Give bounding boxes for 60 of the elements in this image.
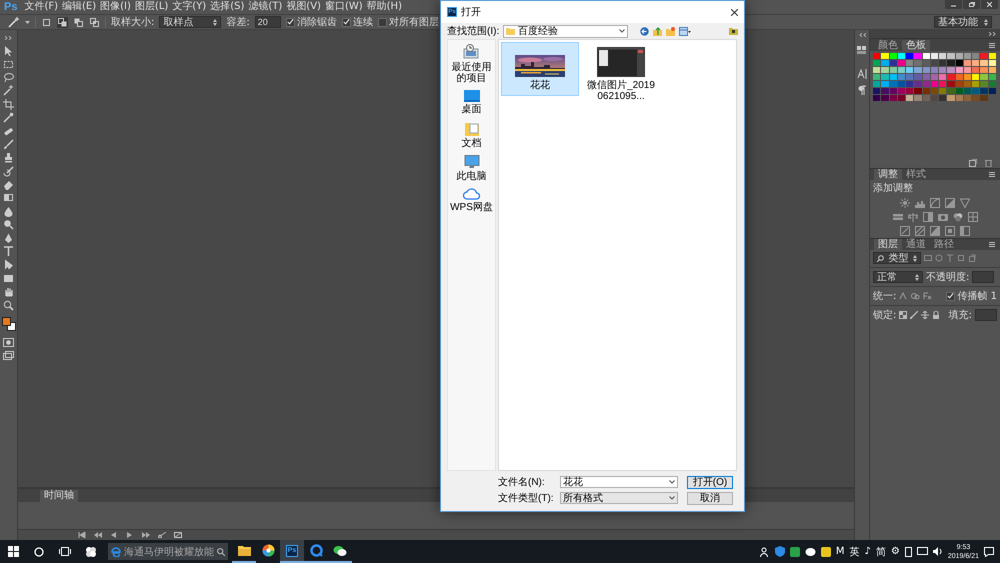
field-label: 文件名(N): bbox=[498, 476, 546, 489]
menu-item[interactable]: 视图(V) bbox=[284, 0, 323, 14]
menu-item[interactable]: 窗口(W) bbox=[322, 0, 365, 14]
open-button[interactable]: 打开(O) bbox=[687, 476, 733, 488]
menu-item[interactable]: 图层(L) bbox=[132, 0, 170, 14]
filter-select[interactable]: 类型 bbox=[873, 252, 921, 264]
checkbox-label: 消除锯齿 bbox=[296, 16, 337, 29]
file-item[interactable]: 微信图片_20190621095... bbox=[582, 42, 660, 107]
menu-item[interactable]: 滤镜(T) bbox=[246, 0, 284, 14]
tray-item[interactable]: M bbox=[836, 546, 844, 557]
menu-item[interactable]: 文字(Y) bbox=[170, 0, 208, 14]
place-link[interactable]: WPS网盘 bbox=[450, 202, 493, 213]
blend-mode-select[interactable]: 正常 bbox=[873, 271, 923, 283]
app-logo: Ps bbox=[3, 1, 18, 13]
field-label: 填充: bbox=[948, 308, 972, 322]
field-label: 查找范围(I): bbox=[447, 24, 500, 38]
panel-tab[interactable]: 通道 bbox=[902, 239, 930, 250]
file-type-select[interactable]: 所有格式 bbox=[560, 492, 678, 504]
panel-tab[interactable]: 颜色 bbox=[874, 40, 902, 51]
menu-item[interactable]: 帮助(H) bbox=[364, 0, 404, 14]
menu-item[interactable]: 选择(S) bbox=[208, 0, 246, 14]
field-label: 取样大小: bbox=[111, 16, 154, 29]
dialog-title: 打开 bbox=[461, 6, 481, 19]
checkbox-label: 传播帧 bbox=[958, 290, 988, 303]
frame-number: 1 bbox=[990, 290, 997, 302]
menu-item[interactable]: 图像(I) bbox=[98, 0, 133, 14]
sample-size-select[interactable]: 取样点 bbox=[159, 16, 222, 28]
checkbox-label: 连续 bbox=[352, 16, 373, 29]
panel-tab[interactable]: 时间轴 bbox=[40, 490, 78, 502]
place-link[interactable]: 此电脑 bbox=[456, 171, 486, 182]
menu-item[interactable]: 文件(F) bbox=[22, 0, 60, 14]
place-link[interactable]: 桌面 bbox=[462, 104, 482, 115]
panel-tab[interactable]: 调整 bbox=[874, 169, 902, 180]
file-name-field[interactable]: 花花 bbox=[560, 476, 678, 488]
field-label: 文件类型(T): bbox=[498, 492, 555, 505]
tray-item[interactable]: 简 bbox=[876, 544, 886, 558]
panel-tab[interactable]: 色板 bbox=[902, 40, 930, 51]
tolerance-field[interactable]: 20 bbox=[254, 16, 281, 28]
file-name: 花花 bbox=[530, 80, 550, 91]
workspace-select[interactable]: 基本功能 bbox=[934, 16, 992, 28]
tray-item[interactable]: 英 bbox=[849, 544, 860, 558]
cancel-button[interactable]: 取消 bbox=[687, 492, 733, 504]
field-label: 锁定: bbox=[873, 308, 896, 322]
panel-tab[interactable]: 图层 bbox=[874, 239, 902, 250]
panel-tab[interactable]: 路径 bbox=[930, 239, 958, 250]
panel-tab[interactable]: 样式 bbox=[902, 169, 930, 180]
look-in-select[interactable]: 百度经验 bbox=[503, 24, 628, 38]
field-label: 不透明度: bbox=[926, 270, 970, 284]
tray-item[interactable]: ⚙ bbox=[890, 546, 900, 557]
checkbox-label: 对所有图层 bbox=[388, 16, 439, 29]
field-label: 容差: bbox=[226, 16, 250, 29]
menu-item[interactable]: 编辑(E) bbox=[60, 0, 98, 14]
file-name: 微信图片_20190621095... bbox=[586, 80, 656, 102]
place-link[interactable]: 最近使用的项目 bbox=[448, 62, 495, 84]
tray-item[interactable]: ♪ bbox=[864, 546, 871, 557]
panel-heading: 添加调整 bbox=[873, 182, 913, 195]
search-field[interactable]: 海通马伊明被耀放能 bbox=[108, 543, 228, 560]
field-label: 统一: bbox=[873, 290, 896, 303]
place-link[interactable]: 文档 bbox=[462, 138, 482, 149]
file-item[interactable]: 花花 bbox=[501, 42, 579, 96]
